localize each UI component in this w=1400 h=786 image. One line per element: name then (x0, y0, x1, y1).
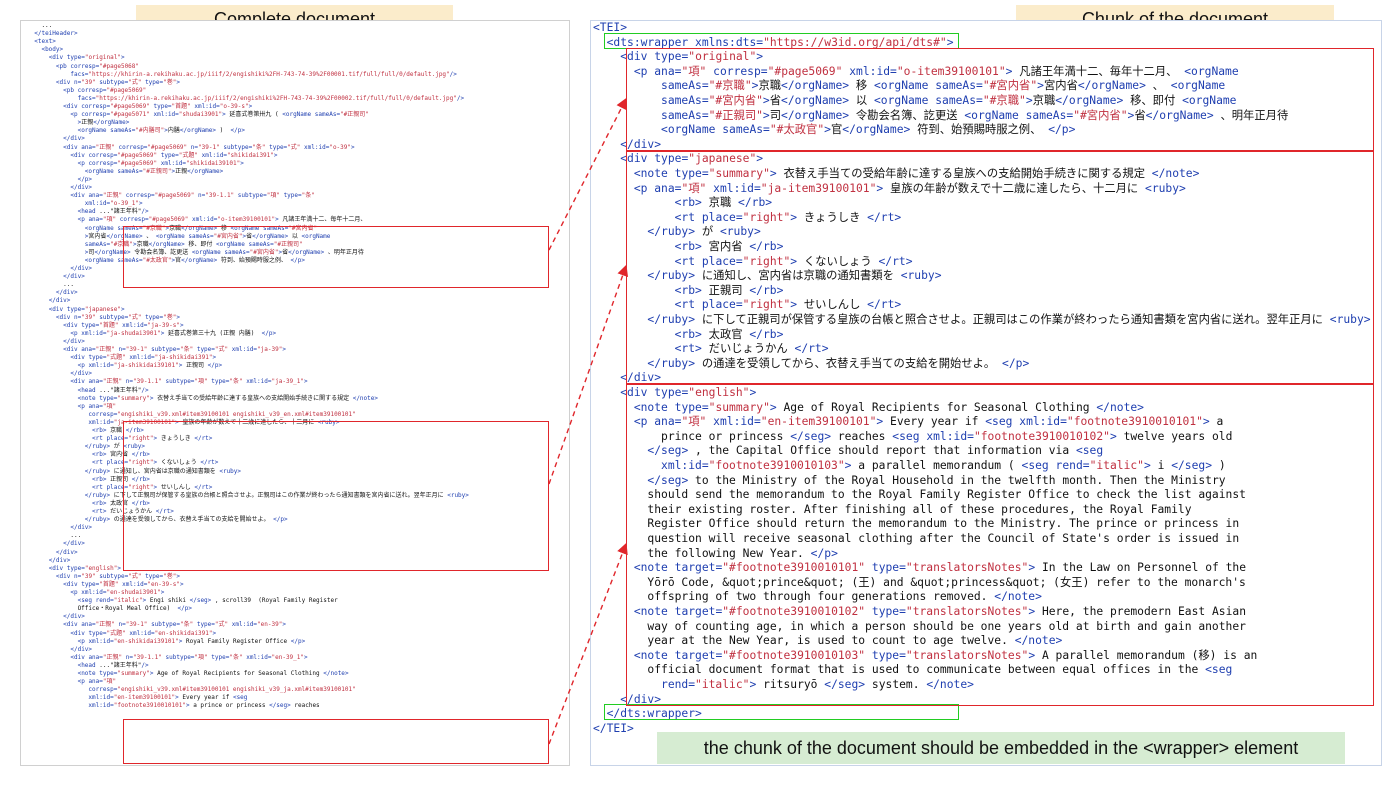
english-arrow (548, 542, 628, 745)
original-arrow (548, 97, 627, 251)
mapping-arrows (548, 97, 629, 745)
wrapper-caption: the chunk of the document should be embe… (657, 732, 1345, 764)
japanese-arrow (548, 264, 629, 485)
